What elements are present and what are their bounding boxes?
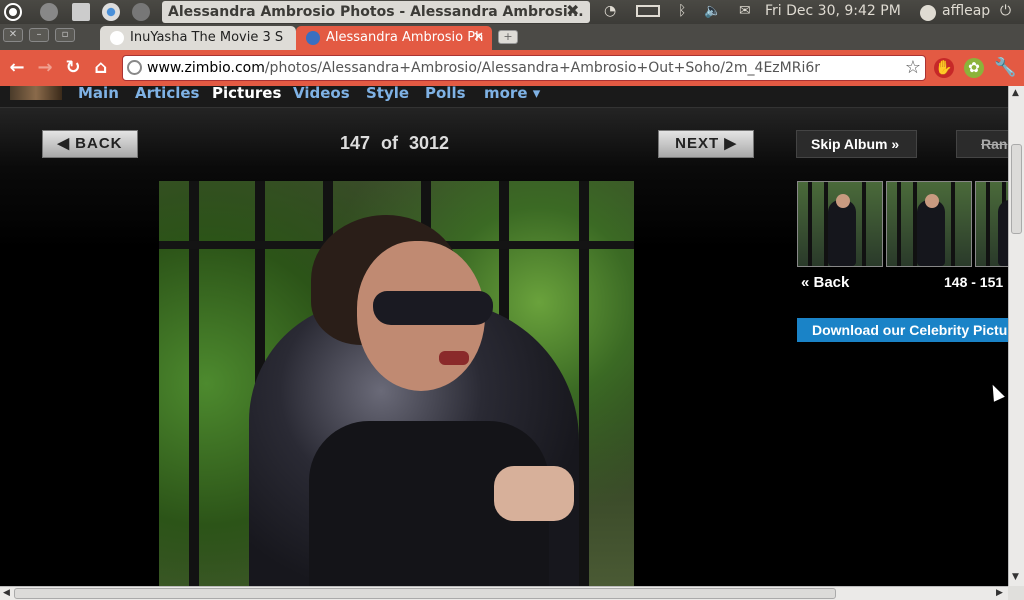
download-celebrity-pictures-banner[interactable]: Download our Celebrity Pictu [797, 318, 1008, 342]
page-info-icon[interactable] [127, 60, 142, 75]
nav-more[interactable]: more ▾ [484, 86, 540, 102]
horizontal-scrollbar[interactable]: ◀ ▶ [0, 586, 1008, 600]
main-photo[interactable] [159, 181, 634, 586]
power-icon[interactable]: ⏻ [1000, 3, 1011, 19]
app-launcher-icon[interactable] [40, 3, 58, 21]
minimize-window-button[interactable]: – [29, 28, 49, 42]
vertical-scrollbar[interactable]: ▲ ▼ [1008, 86, 1024, 586]
random-button[interactable]: Ran [956, 130, 1008, 158]
ubuntu-top-panel: Alessandra Ambrosio Photos - Alessandra … [0, 0, 1024, 24]
thumbnails-back-link[interactable]: « Back [801, 274, 849, 291]
window-close-icon[interactable]: ✖ [566, 1, 579, 20]
browser-icon[interactable] [132, 3, 150, 21]
tab-strip: ✕ – ▫ InuYasha The Movie 3 S Alessandra … [0, 24, 1024, 50]
url-path: /photos/Alessandra+Ambrosio/Alessandra+A… [264, 60, 820, 76]
chrome-icon[interactable] [102, 3, 120, 21]
horizontal-scroll-thumb[interactable] [14, 588, 836, 599]
thumbnail-150[interactable] [975, 181, 1008, 267]
thumbnail-148[interactable] [797, 181, 883, 267]
url-host: www.zimbio.com [147, 60, 265, 76]
address-bar[interactable]: www.zimbio.com/photos/Alessandra+Ambrosi… [122, 55, 926, 81]
next-button[interactable]: NEXT ▶ [658, 130, 754, 158]
tab-inuyasha[interactable]: InuYasha The Movie 3 S [100, 26, 296, 50]
thumbnails-range: 148 - 151 [944, 274, 1004, 290]
page-favicon-icon [110, 31, 124, 45]
back-arrow-icon[interactable]: ← [6, 57, 28, 79]
site-nav: Main Articles Pictures Videos Style Poll… [0, 86, 1008, 108]
battery-icon[interactable] [636, 5, 660, 17]
close-window-button[interactable]: ✕ [3, 28, 23, 42]
nav-main[interactable]: Main [78, 86, 119, 102]
wifi-icon[interactable]: ◔ [604, 3, 616, 19]
username[interactable]: affleap [942, 3, 990, 19]
maximize-window-button[interactable]: ▫ [55, 28, 75, 42]
scroll-up-arrow-icon[interactable]: ▲ [1012, 88, 1019, 98]
web-page: Main Articles Pictures Videos Style Poll… [0, 86, 1008, 586]
home-icon[interactable]: ⌂ [90, 57, 112, 79]
thumbnail-149[interactable] [886, 181, 972, 267]
scroll-right-arrow-icon[interactable]: ▶ [996, 588, 1003, 598]
user-status-icon[interactable] [920, 5, 936, 21]
mail-icon[interactable]: ✉ [739, 3, 751, 19]
wrench-menu-icon[interactable]: 🔧 [994, 58, 1016, 78]
nav-articles[interactable]: Articles [135, 86, 199, 102]
ubuntu-logo-icon[interactable] [4, 3, 22, 21]
back-button[interactable]: ◀ BACK [42, 130, 138, 158]
extension-icon[interactable]: ✿ [964, 58, 984, 78]
nav-polls[interactable]: Polls [425, 86, 466, 102]
clock[interactable]: Fri Dec 30, 9:42 PM [765, 3, 901, 19]
new-tab-button[interactable]: + [498, 30, 518, 44]
scrollbar-corner [1008, 586, 1024, 600]
tab-close-icon[interactable]: ✕ [473, 26, 484, 50]
nav-pictures[interactable]: Pictures [212, 86, 281, 102]
volume-icon[interactable]: 🔈 [704, 3, 721, 19]
scroll-down-arrow-icon[interactable]: ▼ [1012, 572, 1019, 582]
adblock-icon[interactable]: ✋ [934, 58, 954, 78]
photo-counter: 147 of 3012 [340, 133, 450, 153]
bookmark-star-icon[interactable]: ☆ [905, 56, 921, 80]
scroll-left-arrow-icon[interactable]: ◀ [3, 588, 10, 598]
site-thumbnail[interactable] [10, 86, 62, 100]
tab-alessandra[interactable]: Alessandra Ambrosio Ph ✕ [296, 26, 492, 50]
zimbio-favicon-icon [306, 31, 320, 45]
browser-toolbar: ← → ↻ ⌂ www.zimbio.com/photos/Alessandra… [0, 50, 1024, 86]
skip-album-button[interactable]: Skip Album » [796, 130, 917, 158]
window-title: Alessandra Ambrosio Photos - Alessandra … [162, 1, 590, 23]
content-area: ◀ BACK 147 of 3012 NEXT ▶ Skip Album » R… [0, 108, 1008, 586]
tab-label: InuYasha The Movie 3 S [130, 30, 284, 45]
tab-label: Alessandra Ambrosio Ph [326, 30, 484, 45]
text-editor-icon[interactable] [72, 3, 90, 21]
nav-videos[interactable]: Videos [293, 86, 350, 102]
vertical-scroll-thumb[interactable] [1011, 144, 1022, 234]
bluetooth-icon[interactable]: ᛒ [678, 3, 686, 19]
nav-style[interactable]: Style [366, 86, 409, 102]
reload-icon[interactable]: ↻ [62, 57, 84, 79]
forward-arrow-icon[interactable]: → [34, 57, 56, 79]
